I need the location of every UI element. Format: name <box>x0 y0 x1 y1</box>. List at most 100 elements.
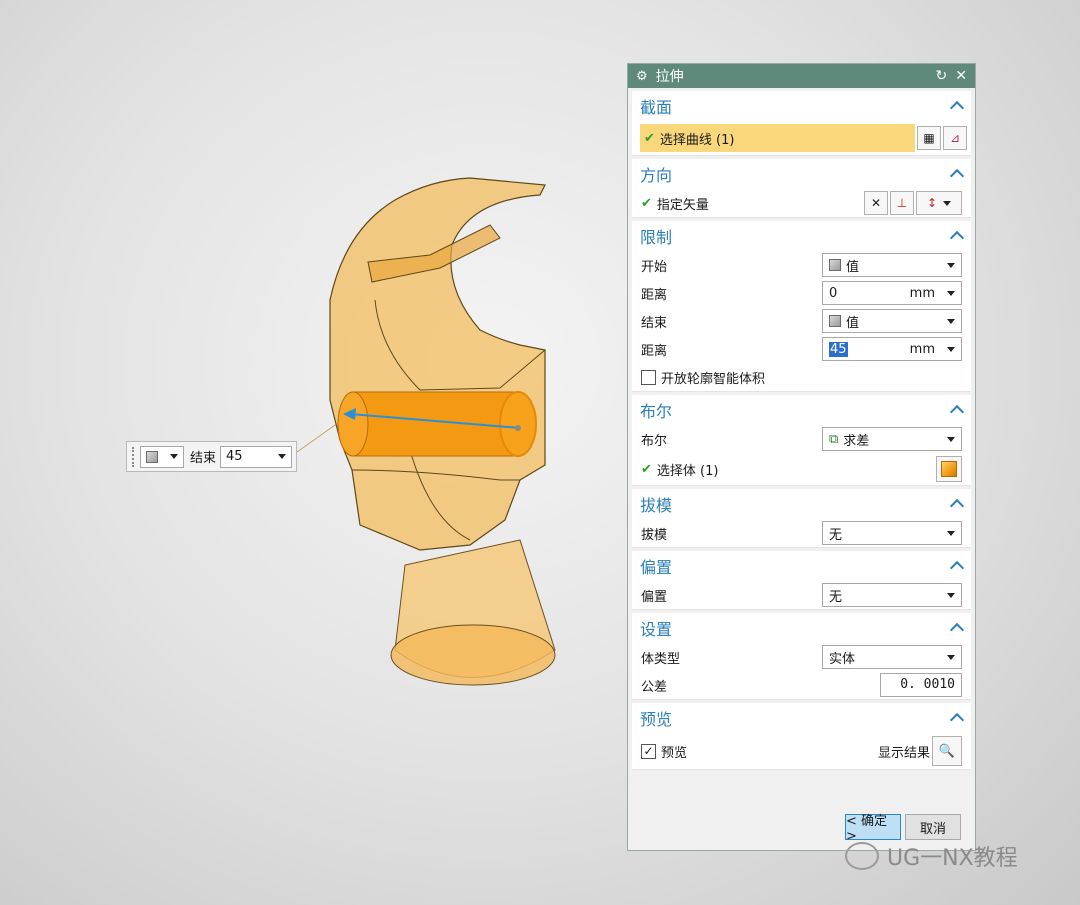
settings-title: 设置 <box>640 620 673 639</box>
preview-title: 预览 <box>640 710 673 729</box>
collapse-icon[interactable] <box>951 714 963 722</box>
collapse-icon[interactable] <box>951 232 963 240</box>
handle-value: 45 <box>226 449 243 464</box>
subtract-icon: ⧉ <box>829 431 839 447</box>
direction-header[interactable]: 方向 <box>632 159 971 189</box>
chevron-down-icon <box>947 262 955 268</box>
reset-icon[interactable]: ↻ <box>936 68 948 84</box>
collapse-icon[interactable] <box>951 102 963 110</box>
settings-panel: 设置 体类型 实体 公差 0. 0010 <box>632 613 971 700</box>
tolerance-label: 公差 <box>641 679 668 695</box>
boolean-dropdown[interactable]: ⧉ 求差 <box>822 427 962 451</box>
draft-dropdown[interactable]: 无 <box>822 521 962 545</box>
preview-label: 预览 <box>661 745 688 761</box>
sketch-section-icon[interactable]: ▦ <box>917 126 941 150</box>
offset-row: 偏置 无 <box>632 581 971 609</box>
collapse-icon[interactable] <box>951 406 963 414</box>
section-header[interactable]: 截面 <box>632 91 971 121</box>
boolean-header[interactable]: 布尔 <box>632 395 971 425</box>
select-curve-row[interactable]: ✔ 选择曲线 (1) ▦ ⊿ <box>632 121 971 155</box>
chevron-down-icon <box>947 530 955 536</box>
body-type-dropdown[interactable]: 实体 <box>822 645 962 669</box>
offset-panel: 偏置 偏置 无 <box>632 551 971 610</box>
start-distance-row: 距离 0 mm <box>632 279 971 307</box>
start-label: 开始 <box>641 259 668 275</box>
start-type-value: 值 <box>846 259 860 275</box>
ok-button[interactable]: < 确定 > <box>845 814 901 844</box>
direction-title: 方向 <box>640 166 673 185</box>
vector-dialog-icon[interactable]: ⊥ <box>890 191 914 215</box>
preview-checkbox[interactable]: ✓ <box>641 743 656 759</box>
chevron-down-icon <box>947 318 955 324</box>
preview-header[interactable]: 预览 <box>632 703 971 733</box>
end-distance-unit: mm <box>909 341 935 357</box>
specify-vector-row[interactable]: ✔ 指定矢量 ✕ ⊥ ↕ <box>632 189 971 217</box>
open-profile-checkbox[interactable] <box>641 369 656 385</box>
watermark-text: UG一NX教程 <box>887 846 1018 871</box>
end-distance-label: 距离 <box>641 343 668 359</box>
show-result-search-icon[interactable]: 🔍 <box>932 736 962 766</box>
start-type-dropdown[interactable]: 值 <box>822 253 962 277</box>
cylinder-end-cap <box>499 391 537 457</box>
draft-header[interactable]: 拔模 <box>632 489 971 519</box>
gear-icon[interactable]: ⚙ <box>636 69 648 84</box>
end-distance-input[interactable]: 45 mm <box>822 337 962 361</box>
end-type-dropdown[interactable]: 值 <box>822 309 962 333</box>
start-distance-input[interactable]: 0 mm <box>822 281 962 305</box>
drag-grip[interactable] <box>132 446 136 467</box>
dialog-titlebar[interactable]: ⚙ 拉伸 ↻ ✕ <box>628 64 975 88</box>
select-curve-field[interactable]: ✔ 选择曲线 (1) <box>640 124 915 152</box>
reverse-direction-icon[interactable]: ✕ <box>864 191 888 215</box>
vector-origin-point <box>515 425 521 431</box>
draft-row: 拔模 无 <box>632 519 971 547</box>
curve-select-icon[interactable]: ⊿ <box>943 126 967 150</box>
offset-header[interactable]: 偏置 <box>632 551 971 581</box>
draft-panel: 拔模 拔模 无 <box>632 489 971 548</box>
end-distance-handle[interactable]: 结束 45 <box>126 441 297 472</box>
solid-body-icon[interactable] <box>936 456 962 482</box>
select-body-label: 选择体 (1) <box>656 463 719 479</box>
preview-panel: 预览 ✓ 预览 显示结果 🔍 <box>632 703 971 770</box>
vector-type-dropdown[interactable]: ↕ <box>916 191 962 215</box>
limits-header[interactable]: 限制 <box>632 221 971 251</box>
start-distance-unit: mm <box>909 285 935 301</box>
direction-panel: 方向 ✔ 指定矢量 ✕ ⊥ ↕ <box>632 159 971 218</box>
chevron-down-icon <box>278 454 287 459</box>
handle-label: 结束 <box>190 451 217 466</box>
settings-header[interactable]: 设置 <box>632 613 971 643</box>
body-type-label: 体类型 <box>641 651 681 667</box>
handle-type-dropdown[interactable] <box>140 445 184 468</box>
end-distance-row: 距离 45 mm <box>632 335 971 363</box>
check-icon: ✔ <box>644 130 655 146</box>
chevron-down-icon <box>947 654 955 660</box>
cancel-button[interactable]: 取消 <box>905 814 961 840</box>
chevron-down-icon[interactable] <box>947 290 955 296</box>
collapse-icon[interactable] <box>951 562 963 570</box>
body-type-value: 实体 <box>829 651 856 667</box>
offset-dropdown[interactable]: 无 <box>822 583 962 607</box>
boolean-label: 布尔 <box>641 433 668 449</box>
collapse-icon[interactable] <box>951 500 963 508</box>
value-cube-icon <box>829 315 841 327</box>
show-result-label: 显示结果 <box>877 745 930 761</box>
end-distance-value: 45 <box>829 341 848 357</box>
model-body <box>329 177 546 551</box>
chevron-down-icon[interactable] <box>947 346 955 352</box>
open-profile-label: 开放轮廓智能体积 <box>661 371 766 387</box>
open-profile-row[interactable]: 开放轮廓智能体积 <box>632 363 971 391</box>
close-icon[interactable]: ✕ <box>955 68 967 84</box>
end-type-value: 值 <box>846 315 860 331</box>
offset-label: 偏置 <box>641 589 668 605</box>
select-body-row[interactable]: ✔ 选择体 (1) <box>632 453 971 485</box>
handle-value-input[interactable]: 45 <box>220 445 293 468</box>
tolerance-input[interactable]: 0. 0010 <box>880 673 962 697</box>
section-title: 截面 <box>640 98 673 117</box>
collapse-icon[interactable] <box>951 170 963 178</box>
collapse-icon[interactable] <box>951 624 963 632</box>
chevron-down-icon <box>947 592 955 598</box>
check-icon: ✔ <box>641 195 652 211</box>
end-label: 结束 <box>641 315 668 331</box>
draft-label: 拔模 <box>641 527 668 543</box>
chevron-down-icon <box>170 454 178 459</box>
watermark: UG一NX教程 <box>845 840 1018 872</box>
